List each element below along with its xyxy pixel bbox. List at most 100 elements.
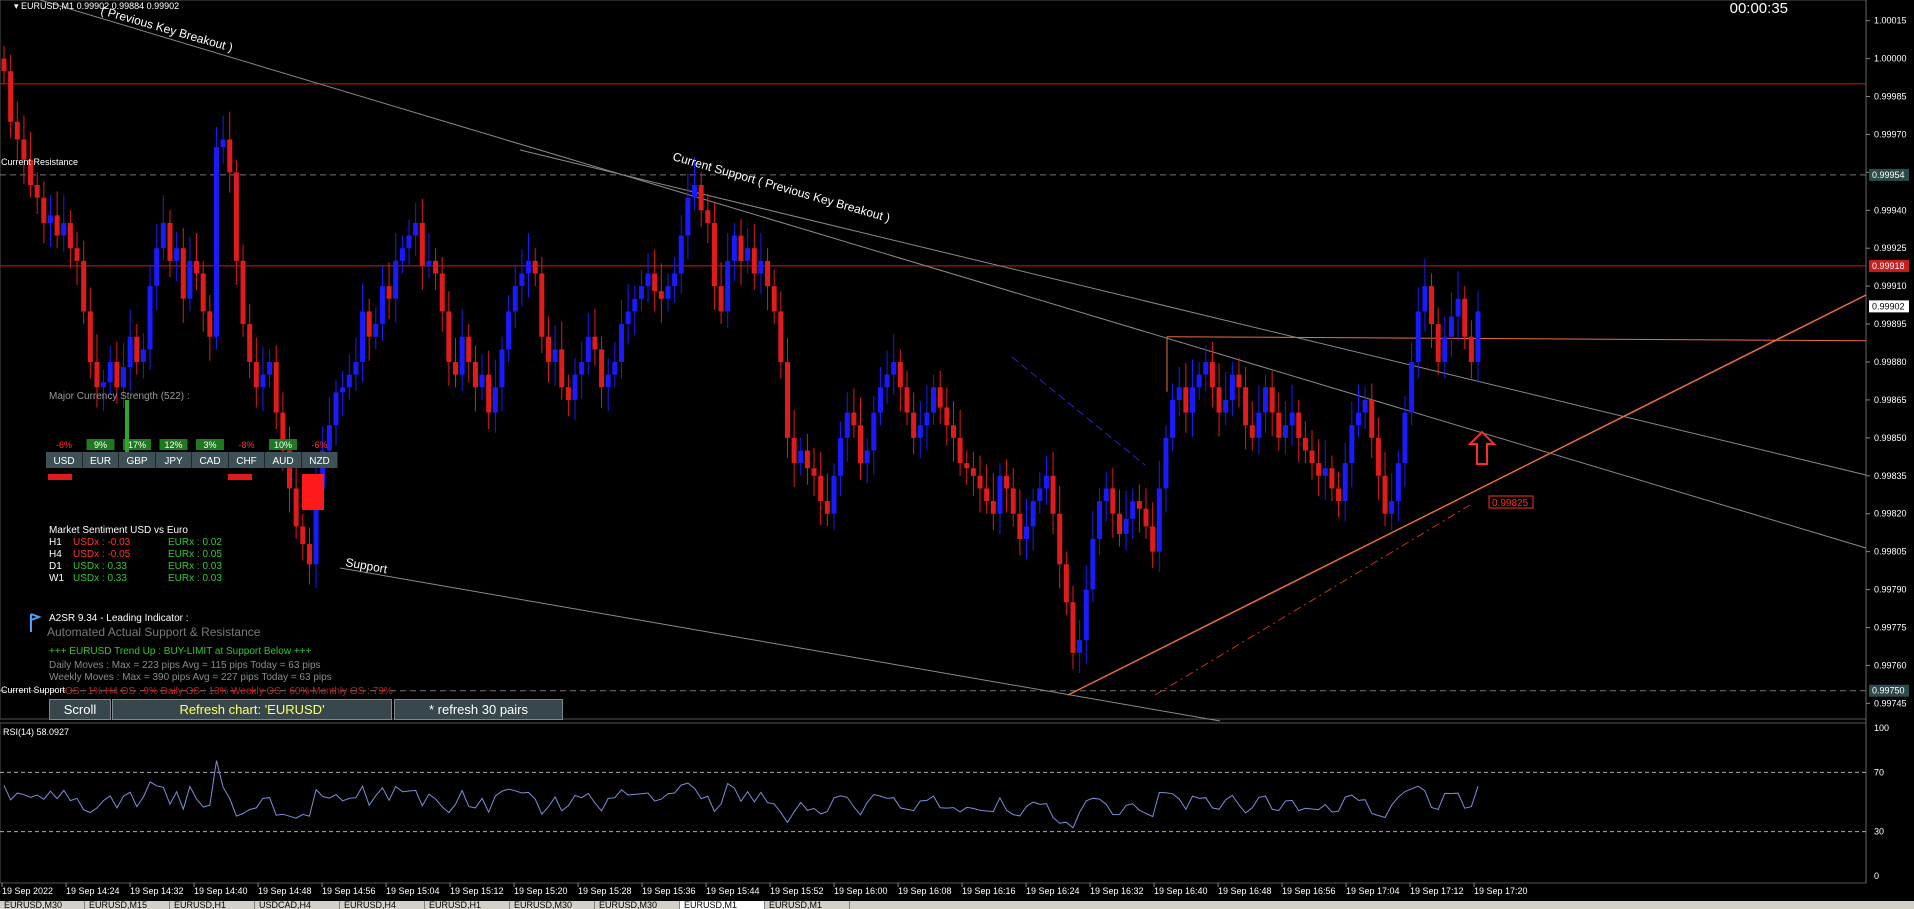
time-tick-label: 19 Sep 14:56 [322, 886, 376, 896]
candle-body [858, 425, 864, 464]
refresh-30-pairs-button[interactable]: * refresh 30 pairs [394, 699, 563, 720]
candle-body [8, 71, 14, 122]
chart-tab[interactable]: EURUSD,M30 [510, 901, 595, 909]
candle-body [592, 336, 598, 350]
sentiment-usd: USDx : 0.33 [73, 561, 127, 572]
candle-body [824, 501, 830, 514]
currency-value: 9% [94, 440, 107, 450]
candle-body [1422, 286, 1428, 312]
candle-body [897, 362, 903, 388]
candle-body [47, 215, 53, 223]
candle-body [306, 544, 312, 565]
candle-body [1455, 298, 1461, 317]
chart-tab[interactable]: USDCAD,H4 [255, 901, 340, 909]
time-tick-label: 19 Sep 16:40 [1154, 886, 1208, 896]
candle-body [353, 362, 359, 375]
candle-body [486, 374, 492, 413]
candle-body [950, 425, 956, 438]
candle-body [1216, 387, 1222, 413]
candle-body [134, 336, 140, 362]
candle-body [765, 260, 771, 287]
price-tick-label: 0.99880 [1874, 357, 1907, 367]
candle-body [970, 468, 976, 476]
rsi-tick-label: 70 [1874, 767, 1884, 777]
candle-body [174, 248, 180, 261]
candle-body [426, 260, 432, 266]
currency-name: CAD [199, 456, 220, 467]
candle-body [771, 286, 777, 312]
symbol-label: EURUSD,M1 [21, 1, 75, 11]
chart-tab[interactable]: EURUSD,M1 [680, 901, 765, 909]
candle-body [1369, 399, 1375, 438]
candle-body [160, 222, 166, 249]
candle-body [466, 336, 472, 362]
nzd-strength-bar [302, 474, 324, 510]
candle-body [1057, 513, 1063, 565]
time-tick-label: 19 Sep 17:20 [1474, 886, 1528, 896]
candle-body [1196, 374, 1202, 388]
chart-tab[interactable]: EURUSD,M30 [0, 901, 85, 909]
os-line: OS : 1% H4 OS : 9% Daily OS : 13% Weekly… [65, 686, 393, 697]
scroll-button[interactable]: Scroll [49, 699, 111, 720]
symbol-quote-line: ▾ EURUSD,M1 0.99902 0.99884 0.99902 [14, 1, 180, 11]
candle-body [1176, 387, 1182, 400]
chart-tab[interactable]: EURUSD,H1 [170, 901, 255, 909]
candle-body [944, 407, 950, 426]
chart-tab[interactable]: EURUSD,M1 [765, 901, 850, 909]
key-breakout-trendline [519, 149, 1867, 476]
candle-body [360, 311, 366, 362]
sentiment-timeframe: H1 [49, 537, 62, 548]
candle-body [672, 273, 678, 287]
candle-body [585, 336, 591, 362]
candle-body [864, 450, 870, 464]
candle-body [1475, 311, 1481, 362]
candle-body [439, 273, 445, 312]
candle-body [1130, 501, 1136, 519]
currency-name: EUR [90, 456, 111, 467]
candle-body [1150, 526, 1156, 552]
chart-tab[interactable]: EURUSD,H1 [425, 901, 510, 909]
candle-body [220, 139, 226, 148]
chart-tab[interactable]: EURUSD,M30 [595, 901, 680, 909]
candle-body [1030, 501, 1036, 527]
candle-body [273, 362, 279, 413]
candle-body [512, 286, 518, 312]
price-box-text: 0.99750 [1872, 686, 1905, 696]
support-label: Support [344, 555, 388, 576]
candle-body [114, 362, 120, 388]
candle-body [618, 324, 624, 362]
candle-body [1276, 412, 1282, 438]
flag-icon [30, 613, 42, 632]
time-tick-label: 19 Sep 16:00 [834, 886, 888, 896]
price-tick-label: 0.99940 [1874, 205, 1907, 215]
candle-body [413, 222, 419, 236]
candle-body [1156, 488, 1162, 552]
candle-body [519, 273, 525, 287]
candle-body [253, 362, 259, 388]
chart-tab[interactable]: EURUSD,M15 [85, 901, 170, 909]
candle-body [652, 273, 658, 292]
candles-layer [1, 45, 1481, 674]
candle-body [711, 222, 717, 287]
candle-body [990, 501, 996, 514]
candle-body [838, 437, 844, 476]
sentiment-timeframe: W1 [49, 573, 64, 584]
refresh-chart-button[interactable]: Refresh chart: 'EURUSD' [112, 699, 392, 720]
candle-body [545, 336, 551, 362]
chart-canvas[interactable]: 1.000151.000000.999850.999700.999550.999… [0, 0, 1914, 909]
rsi-layer: 100 70 30 0 [0, 723, 1889, 881]
candle-body [559, 349, 565, 388]
chart-tab[interactable]: EURUSD,H4 [340, 901, 425, 909]
candle-body [1077, 640, 1083, 653]
candle-body [1136, 501, 1142, 509]
candle-body [240, 260, 246, 325]
currency-value: 17% [128, 440, 146, 450]
candle-body [605, 374, 611, 388]
gbp-strength-bar [125, 400, 129, 452]
candle-body [260, 374, 266, 388]
currency-name: JPY [164, 456, 183, 467]
candle-body [1289, 412, 1295, 426]
candle-body [127, 336, 133, 368]
candle-body [645, 273, 651, 287]
candle-body [14, 121, 20, 140]
